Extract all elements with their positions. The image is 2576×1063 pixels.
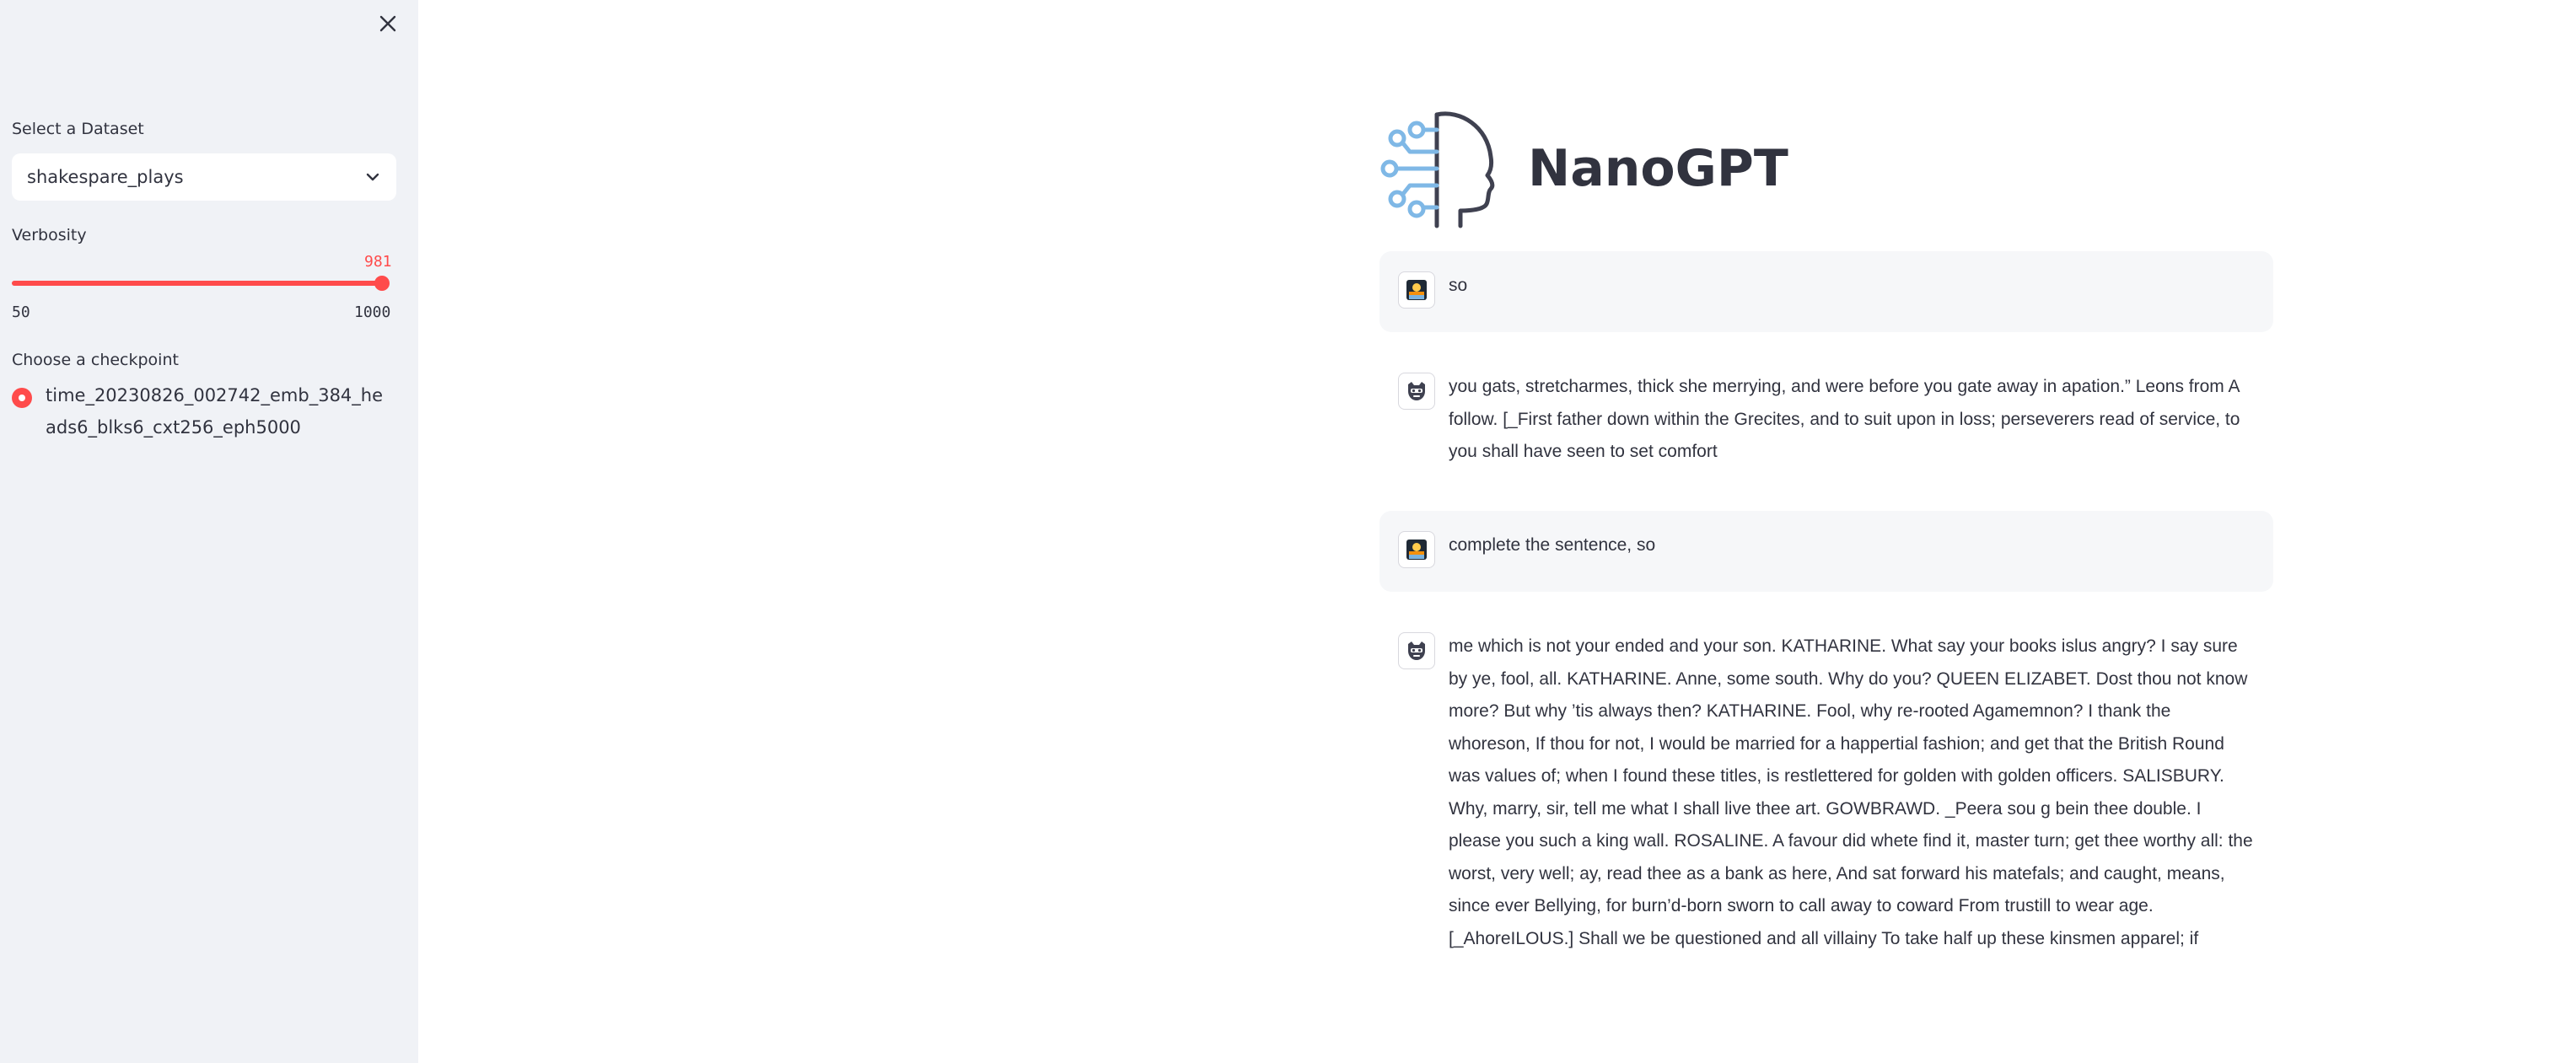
message-text: complete the sentence, so xyxy=(1449,535,1656,555)
chat-message-user: complete the sentence, so xyxy=(1379,511,2273,592)
slider-fill xyxy=(12,281,382,286)
slider-max-label: 1000 xyxy=(354,303,391,321)
close-icon xyxy=(379,15,396,32)
user-avatar-icon xyxy=(1398,271,1435,309)
message-text: you gats, stretcharmes, thick she merryi… xyxy=(1449,377,2240,461)
page-header: NanoGPT xyxy=(1379,108,1788,229)
user-avatar-icon xyxy=(1398,531,1435,568)
message-text: me which is not your ended and your son.… xyxy=(1449,636,2253,948)
radio-selected-icon[interactable] xyxy=(12,388,32,408)
page-title: NanoGPT xyxy=(1528,139,1788,198)
bot-avatar-icon xyxy=(1398,373,1435,410)
dataset-select[interactable]: shakespare_plays xyxy=(12,153,396,201)
head-circuit-logo xyxy=(1380,111,1495,228)
main-content: NanoGPT so you gats, stretcharmes, thick… xyxy=(418,0,2576,1063)
close-sidebar-button[interactable] xyxy=(374,10,401,37)
dataset-selected-value: shakespare_plays xyxy=(27,167,184,187)
slider-min-label: 50 xyxy=(12,303,30,321)
bot-avatar-icon xyxy=(1398,632,1435,669)
message-text: so xyxy=(1449,276,1468,295)
checkpoint-label: Choose a checkpoint xyxy=(12,351,179,369)
chat-message-user: so xyxy=(1379,251,2273,332)
slider-thumb[interactable] xyxy=(374,276,390,291)
chat-message-assistant: me which is not your ended and your son.… xyxy=(1379,612,2273,1000)
checkpoint-radio-option[interactable]: time_20230826_002742_emb_384_heads6_blks… xyxy=(12,385,400,443)
checkpoint-option-label: time_20230826_002742_emb_384_heads6_blks… xyxy=(46,385,384,438)
chevron-down-icon xyxy=(366,173,379,181)
chat-message-assistant: you gats, stretcharmes, thick she merryi… xyxy=(1379,352,2273,479)
dataset-label: Select a Dataset xyxy=(12,120,144,138)
verbosity-label: Verbosity xyxy=(12,226,87,244)
verbosity-slider[interactable] xyxy=(12,276,390,291)
sidebar: Select a Dataset shakespare_plays Verbos… xyxy=(0,0,418,1063)
slider-current-value: 981 xyxy=(364,253,392,271)
